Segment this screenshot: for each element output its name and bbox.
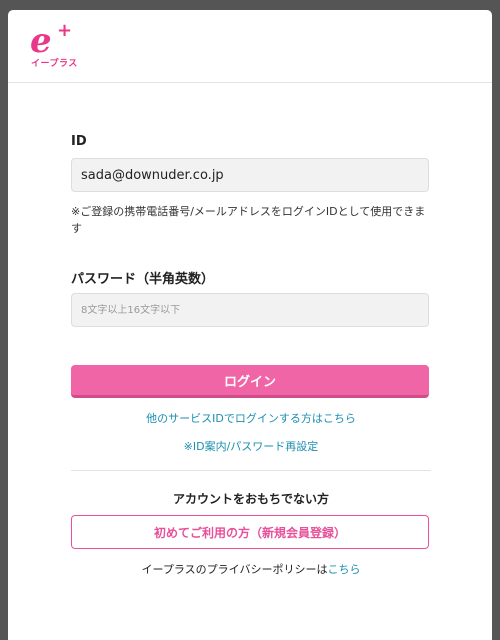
password-label: パスワード（半角英数） (71, 272, 215, 287)
modal-header: e + イープラス (8, 10, 492, 83)
privacy-policy-link[interactable]: こちら (327, 563, 360, 576)
login-button[interactable]: ログイン (71, 365, 429, 398)
no-account-prompt: アカウントをおもちでない方 (172, 492, 329, 506)
id-label: ID (71, 134, 87, 149)
logo-mark: e (30, 21, 52, 61)
privacy-text: イープラスのプライバシーポリシーは (141, 563, 328, 576)
other-service-login-link[interactable]: 他のサービスIDでログインする方はこちら (71, 410, 431, 426)
id-note: ※ご登録の携帯電話番号/メールアドレスをログインIDとして使用できます (71, 205, 426, 235)
divider (71, 470, 431, 471)
logo-kana: イープラス (31, 59, 78, 69)
login-modal: e + イープラス ID ※ご登録の携帯電話番号/メールアドレスをログインIDと… (8, 10, 492, 640)
logo-plus: + (57, 20, 73, 41)
password-input[interactable] (71, 293, 429, 327)
eplus-logo[interactable]: e + イープラス (30, 21, 80, 70)
privacy-notice: イープラスのプライバシーポリシーはこちら (71, 561, 431, 577)
id-input[interactable] (71, 158, 429, 192)
register-button[interactable]: 初めてご利用の方（新規会員登録） (71, 515, 429, 549)
id-password-reset-link[interactable]: ※ID案内/パスワード再設定 (71, 438, 431, 454)
